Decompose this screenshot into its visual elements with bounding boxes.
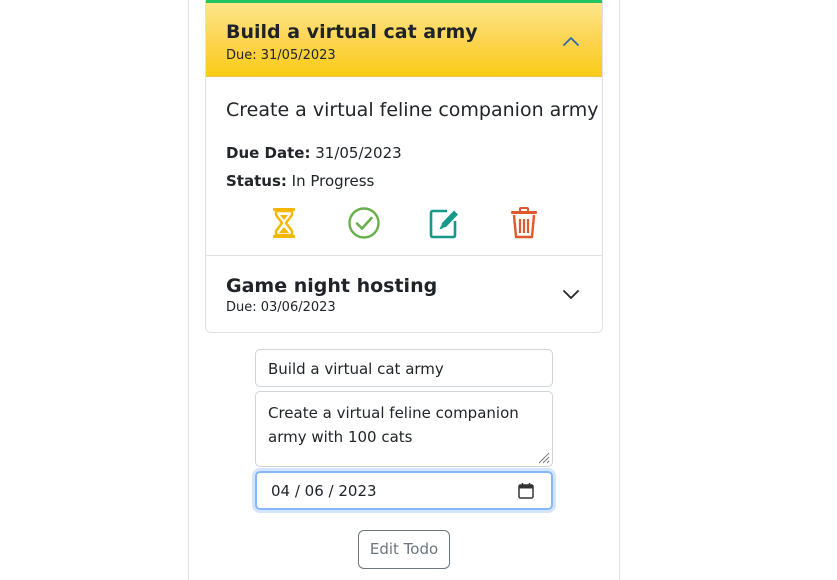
trash-icon[interactable] [507,206,541,240]
resize-handle-icon[interactable] [536,450,550,464]
due-date-value: 31/05/2023 [315,144,402,162]
todo-status-field: Status: In Progress [226,172,374,190]
hourglass-icon[interactable] [267,206,301,240]
todo-description: Create a virtual feline companion army [226,99,599,121]
edit-todo-button[interactable]: Edit Todo [358,530,450,569]
textarea-text: Create a virtual feline companion army w… [268,404,519,446]
chevron-up-icon[interactable] [560,30,582,52]
todo-item-body: Create a virtual feline companion army D… [206,77,602,256]
todo-title: Game night hosting [226,275,438,297]
status-label: Status: [226,172,287,190]
todo-due-field: Due Date: 31/05/2023 [226,144,402,162]
due-date-input[interactable]: 04 / 06 / 2023 [255,471,553,510]
todo-title: Build a virtual cat army [226,21,478,43]
due-date-label: Due Date: [226,144,311,162]
calendar-icon[interactable] [517,482,535,500]
date-value: 04 / 06 / 2023 [271,482,377,500]
todo-item-header-collapsed[interactable]: Game night hosting Due: 03/06/2023 [206,257,602,332]
status-value: In Progress [291,172,375,190]
edit-icon[interactable] [427,206,461,240]
check-circle-icon[interactable] [347,206,381,240]
todo-description-textarea[interactable]: Create a virtual feline companion army w… [255,391,553,467]
todo-item-header-expanded[interactable]: Build a virtual cat army Due: 31/05/2023 [206,0,602,77]
todo-due-line: Due: 31/05/2023 [226,48,336,63]
todo-due-line: Due: 03/06/2023 [226,300,336,315]
todo-title-input[interactable]: Build a virtual cat army [255,349,553,387]
todo-accordion: Build a virtual cat army Due: 31/05/2023… [205,0,603,333]
chevron-down-icon[interactable] [560,283,582,305]
